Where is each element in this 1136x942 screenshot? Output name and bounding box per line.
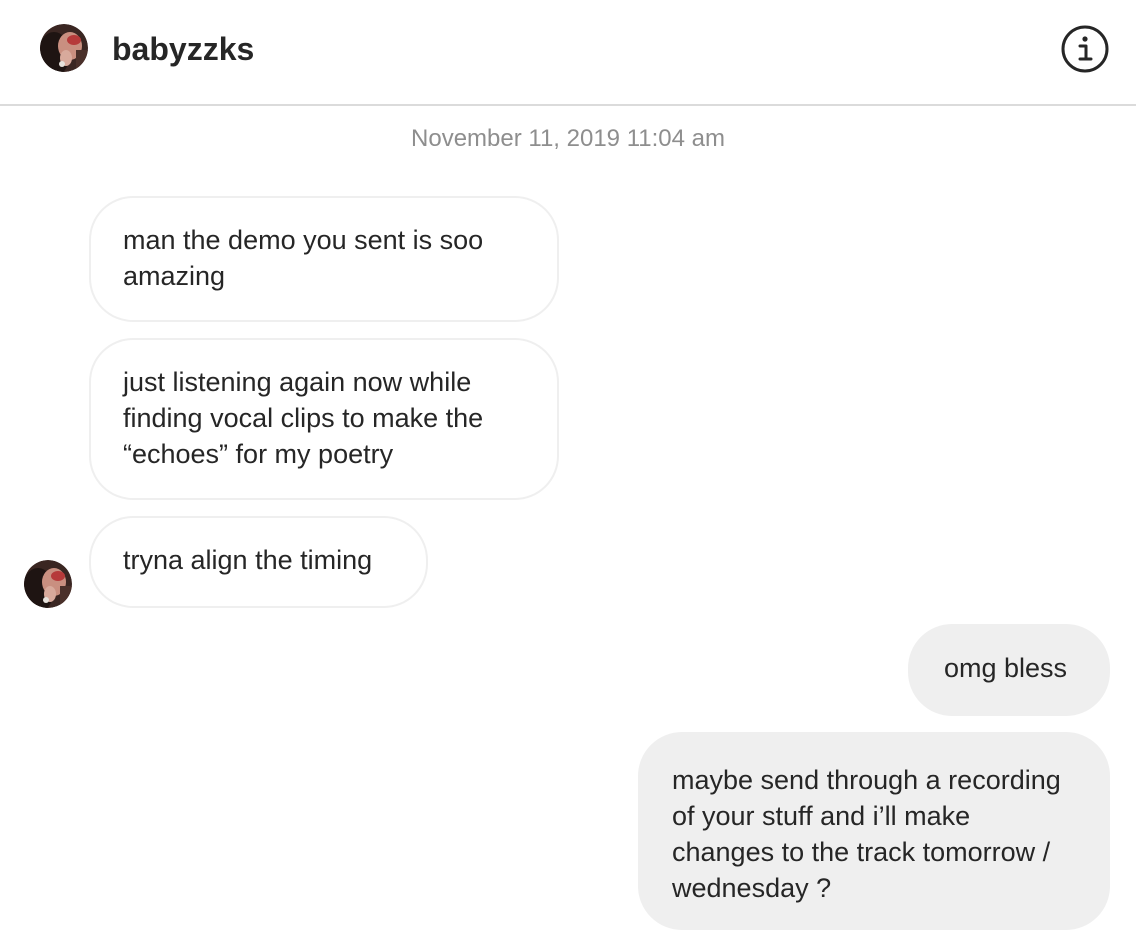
chat-header: babyzzks bbox=[0, 0, 1136, 106]
outgoing-message-bubble[interactable]: omg bless bbox=[908, 624, 1110, 716]
incoming-message-bubble[interactable]: tryna align the timing bbox=[89, 516, 428, 608]
sender-avatar[interactable] bbox=[24, 560, 72, 608]
username[interactable]: babyzzks bbox=[112, 29, 254, 69]
profile-photo-avatar bbox=[40, 24, 88, 72]
info-circle-icon bbox=[1061, 25, 1109, 73]
info-button[interactable] bbox=[1061, 25, 1109, 73]
chat-window: babyzzks November 11, 2019 11:04 am man … bbox=[0, 0, 1136, 942]
message-timestamp: November 11, 2019 11:04 am bbox=[411, 125, 725, 152]
avatar[interactable] bbox=[40, 24, 88, 72]
profile-photo-avatar bbox=[24, 560, 72, 608]
incoming-message-bubble[interactable]: man the demo you sent is soo amazing bbox=[89, 196, 559, 322]
incoming-message-bubble[interactable]: just listening again now while finding v… bbox=[89, 338, 559, 500]
outgoing-message-bubble[interactable]: maybe send through a recording of your s… bbox=[638, 732, 1110, 930]
